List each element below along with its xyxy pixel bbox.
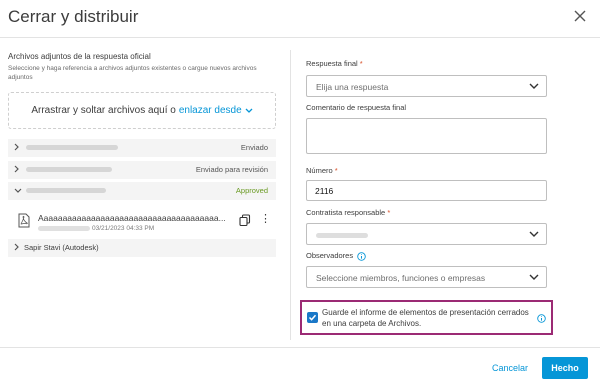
blurred-author — [38, 225, 90, 231]
checkmark-icon — [308, 314, 317, 321]
close-icon[interactable] — [572, 8, 588, 24]
chevron-right-icon[interactable] — [14, 143, 20, 151]
number-label: Número * — [306, 166, 338, 175]
chevron-down-icon[interactable] — [14, 188, 22, 194]
final-response-label: Respuesta final * — [306, 59, 363, 68]
contractor-select[interactable] — [306, 223, 547, 245]
observers-placeholder: Seleccione miembros, funciones o empresa… — [316, 273, 486, 283]
chevron-down-icon[interactable] — [245, 108, 253, 114]
status-text: Approved — [235, 186, 268, 195]
chevron-down-icon[interactable] — [529, 273, 539, 281]
attachment-group-row[interactable]: Enviado — [8, 139, 276, 157]
chevron-right-icon[interactable] — [14, 243, 20, 251]
pdf-file-icon — [18, 213, 30, 228]
file-name[interactable]: Aaaaaaaaaaaaaaaaaaaaaaaaaaaaaaaaaaaaaa..… — [38, 213, 226, 223]
response-form: Respuesta final * Elija una respuesta Co… — [292, 39, 600, 347]
attachment-group-row-expanded[interactable]: Approved — [8, 182, 276, 200]
info-icon[interactable] — [357, 252, 366, 261]
panel-divider — [290, 50, 291, 340]
dialog-footer: Cancelar Hecho — [0, 347, 600, 387]
save-report-option: Guarde el informe de elementos de presen… — [300, 300, 553, 335]
blurred-name — [26, 188, 106, 193]
file-date: 03/21/2023 04:33 PM — [92, 225, 155, 232]
number-value: 2116 — [315, 186, 334, 196]
person-name: Sapir Stavi (Autodesk) — [24, 243, 99, 252]
cancel-button[interactable]: Cancelar — [489, 359, 531, 377]
status-text: Enviado — [240, 143, 268, 152]
link-from-button[interactable]: enlazar desde — [179, 105, 242, 116]
status-text: Enviado para revisión — [195, 165, 268, 174]
attachments-subtitle: Seleccione y haga referencia a archivos … — [8, 65, 257, 81]
final-response-select[interactable]: Elija una respuesta — [306, 75, 547, 97]
save-report-text: Guarde el informe de elementos de presen… — [322, 308, 529, 328]
chevron-down-icon[interactable] — [529, 230, 539, 238]
blurred-name — [26, 145, 118, 150]
attachment-file[interactable]: Aaaaaaaaaaaaaaaaaaaaaaaaaaaaaaaaaaaaaa..… — [8, 209, 276, 237]
observers-label: Observadores — [306, 251, 354, 260]
number-input[interactable]: 2116 — [306, 180, 547, 201]
final-comment-label: Comentario de respuesta final — [306, 103, 407, 112]
attachments-title: Archivos adjuntos de la respuesta oficia… — [8, 52, 151, 61]
attachment-group-row[interactable]: Enviado para revisión — [8, 161, 276, 179]
chevron-down-icon[interactable] — [529, 82, 539, 90]
attachments-panel: Archivos adjuntos de la respuesta oficia… — [0, 39, 288, 347]
attachment-person-row[interactable]: Sapir Stavi (Autodesk) — [8, 239, 276, 257]
chevron-right-icon[interactable] — [14, 165, 20, 173]
final-comment-textarea[interactable] — [306, 118, 547, 154]
file-dropzone[interactable]: Arrastrar y soltar archivos aquí o enlaz… — [8, 92, 276, 129]
blurred-contractor — [316, 233, 368, 238]
dialog-header: Cerrar y distribuir — [0, 0, 600, 38]
dropzone-text: Arrastrar y soltar archivos aquí o — [31, 105, 176, 116]
contractor-label: Contratista responsable * — [306, 208, 391, 217]
done-button[interactable]: Hecho — [542, 357, 588, 379]
info-icon[interactable] — [537, 314, 546, 323]
blurred-name — [26, 167, 112, 172]
save-report-checkbox[interactable] — [307, 312, 318, 323]
final-response-placeholder: Elija una respuesta — [316, 82, 389, 92]
observers-select[interactable]: Seleccione miembros, funciones o empresa… — [306, 266, 547, 288]
dialog-title: Cerrar y distribuir — [8, 7, 139, 26]
file-meta: 03/21/2023 04:33 PM — [38, 225, 154, 232]
copy-icon[interactable] — [239, 214, 251, 226]
more-options-icon[interactable]: ⋮ — [260, 212, 271, 225]
